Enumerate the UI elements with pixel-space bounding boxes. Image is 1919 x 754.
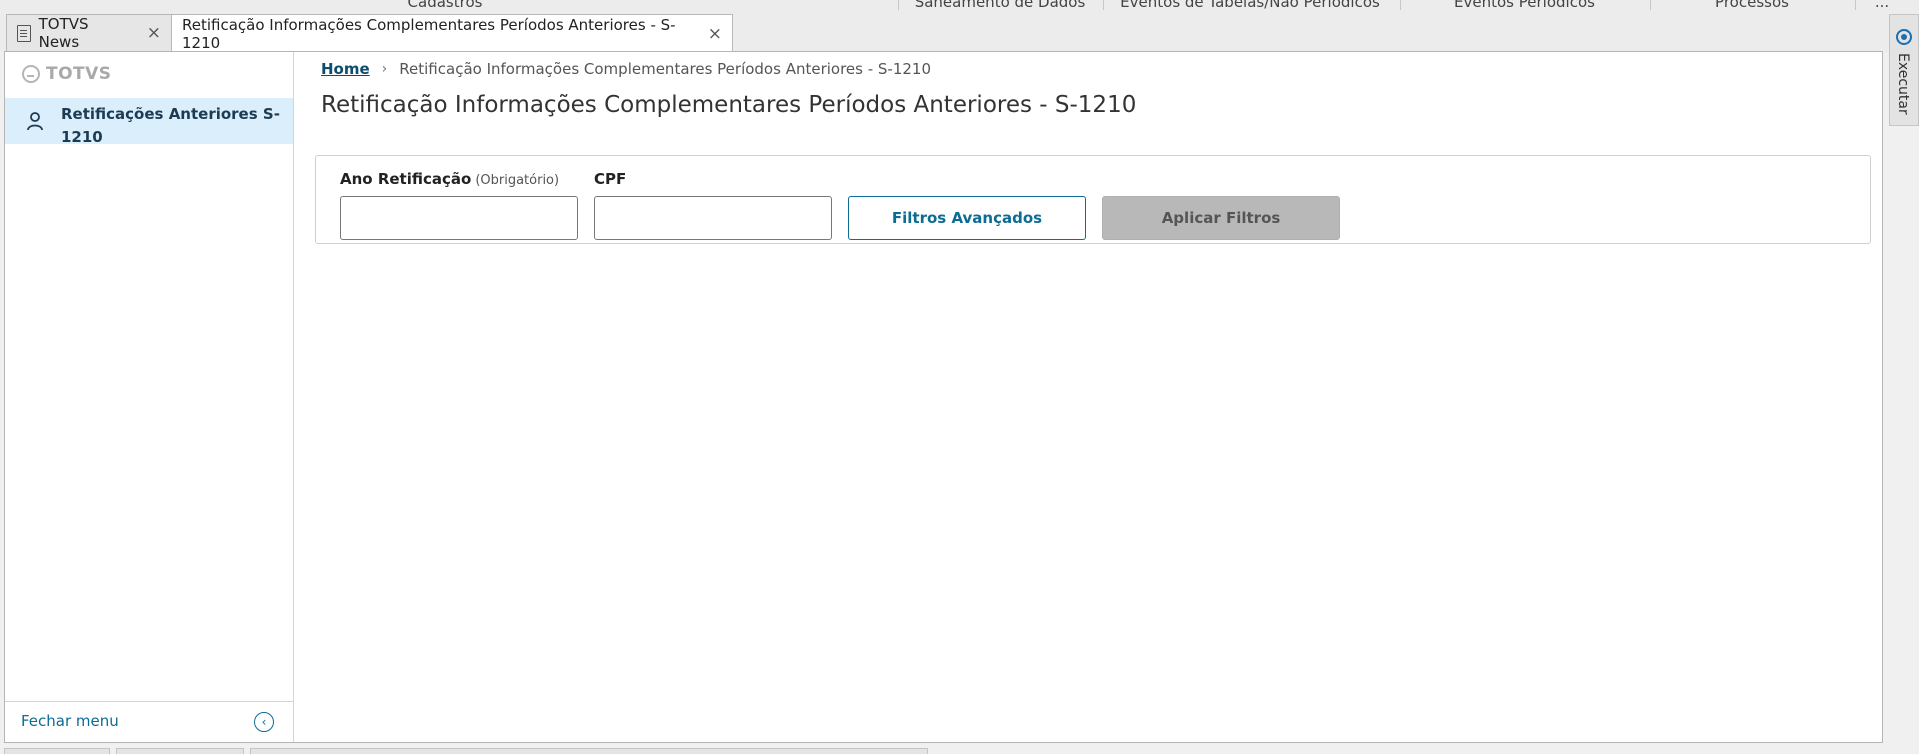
close-menu-link[interactable]: Fechar menu (21, 712, 119, 730)
year-input[interactable] (340, 196, 578, 240)
content-area: Home › Retificação Informações Complemen… (294, 52, 1882, 742)
tab-label: Retificação Informações Complementares P… (182, 15, 676, 52)
collapse-left-icon[interactable]: ‹ (254, 712, 274, 732)
sidebar-footer: Fechar menu ‹ (5, 701, 293, 742)
top-menu-item-processos[interactable]: Processos (1652, 0, 1852, 10)
main-frame: TOTVS Retificações Anteriores S-1210 Fec… (4, 51, 1883, 743)
execute-side-panel[interactable]: Executar (1889, 14, 1919, 126)
page-title: Retificação Informações Complementares P… (321, 92, 1137, 118)
top-menu-separator (1650, 0, 1651, 10)
bottom-tab[interactable] (4, 748, 110, 754)
execute-label: Executar (1895, 53, 1911, 115)
bottom-tab[interactable] (250, 748, 928, 754)
top-menu-item-saneamento[interactable]: Saneamento de Dados (900, 0, 1100, 10)
top-menu-item-cadastros[interactable]: Cadastros (330, 0, 560, 10)
tab-label: TOTVS News (38, 15, 89, 51)
top-menu-separator (1400, 0, 1401, 10)
totvs-logo: TOTVS (22, 64, 112, 84)
chevron-right-icon: › (381, 61, 388, 77)
bottom-tab-strip (0, 746, 1919, 754)
close-icon[interactable]: × (708, 24, 722, 44)
year-field-label: Ano Retificação (Obrigatório) (340, 170, 560, 188)
user-icon (27, 112, 43, 131)
tab-retificacao[interactable]: Retificação Informações Complementares P… (171, 14, 733, 52)
top-menu-item-more[interactable]: ... (1857, 0, 1907, 10)
sidebar-item-retificacoes[interactable]: Retificações Anteriores S-1210 (5, 98, 293, 146)
top-menu-item-eventos-periodicos[interactable]: Eventos Periódicos (1402, 0, 1647, 10)
top-menu-separator (1103, 0, 1104, 10)
totvs-logo-icon (22, 65, 40, 83)
breadcrumb: Home › Retificação Informações Complemen… (321, 60, 931, 78)
top-menu-separator (898, 0, 899, 10)
apply-filters-button[interactable]: Aplicar Filtros (1102, 196, 1340, 240)
news-icon (17, 24, 31, 42)
bottom-tab[interactable] (116, 748, 244, 754)
cpf-input[interactable] (594, 196, 832, 240)
top-menu-item-eventos-tabelas[interactable]: Eventos de Tabelas/Não Periódicos (1105, 0, 1395, 10)
top-menu-separator (1855, 0, 1856, 10)
tab-bar: TOTVS News × Retificação Informações Com… (0, 10, 1919, 52)
filter-panel: Ano Retificação (Obrigatório) CPF Filtros… (315, 155, 1871, 244)
sidebar-item-label: Retificações Anteriores S-1210 (61, 105, 280, 146)
advanced-filters-button[interactable]: Filtros Avançados (848, 196, 1086, 240)
breadcrumb-current: Retificação Informações Complementares P… (399, 60, 932, 78)
tab-totvs-news[interactable]: TOTVS News × (6, 14, 172, 51)
sidebar: TOTVS Retificações Anteriores S-1210 Fec… (5, 52, 294, 742)
required-hint: (Obrigatório) (475, 173, 560, 188)
gear-icon (1896, 29, 1912, 45)
breadcrumb-home-link[interactable]: Home (321, 60, 370, 78)
close-icon[interactable]: × (147, 23, 161, 43)
cpf-field-label: CPF (594, 170, 627, 188)
